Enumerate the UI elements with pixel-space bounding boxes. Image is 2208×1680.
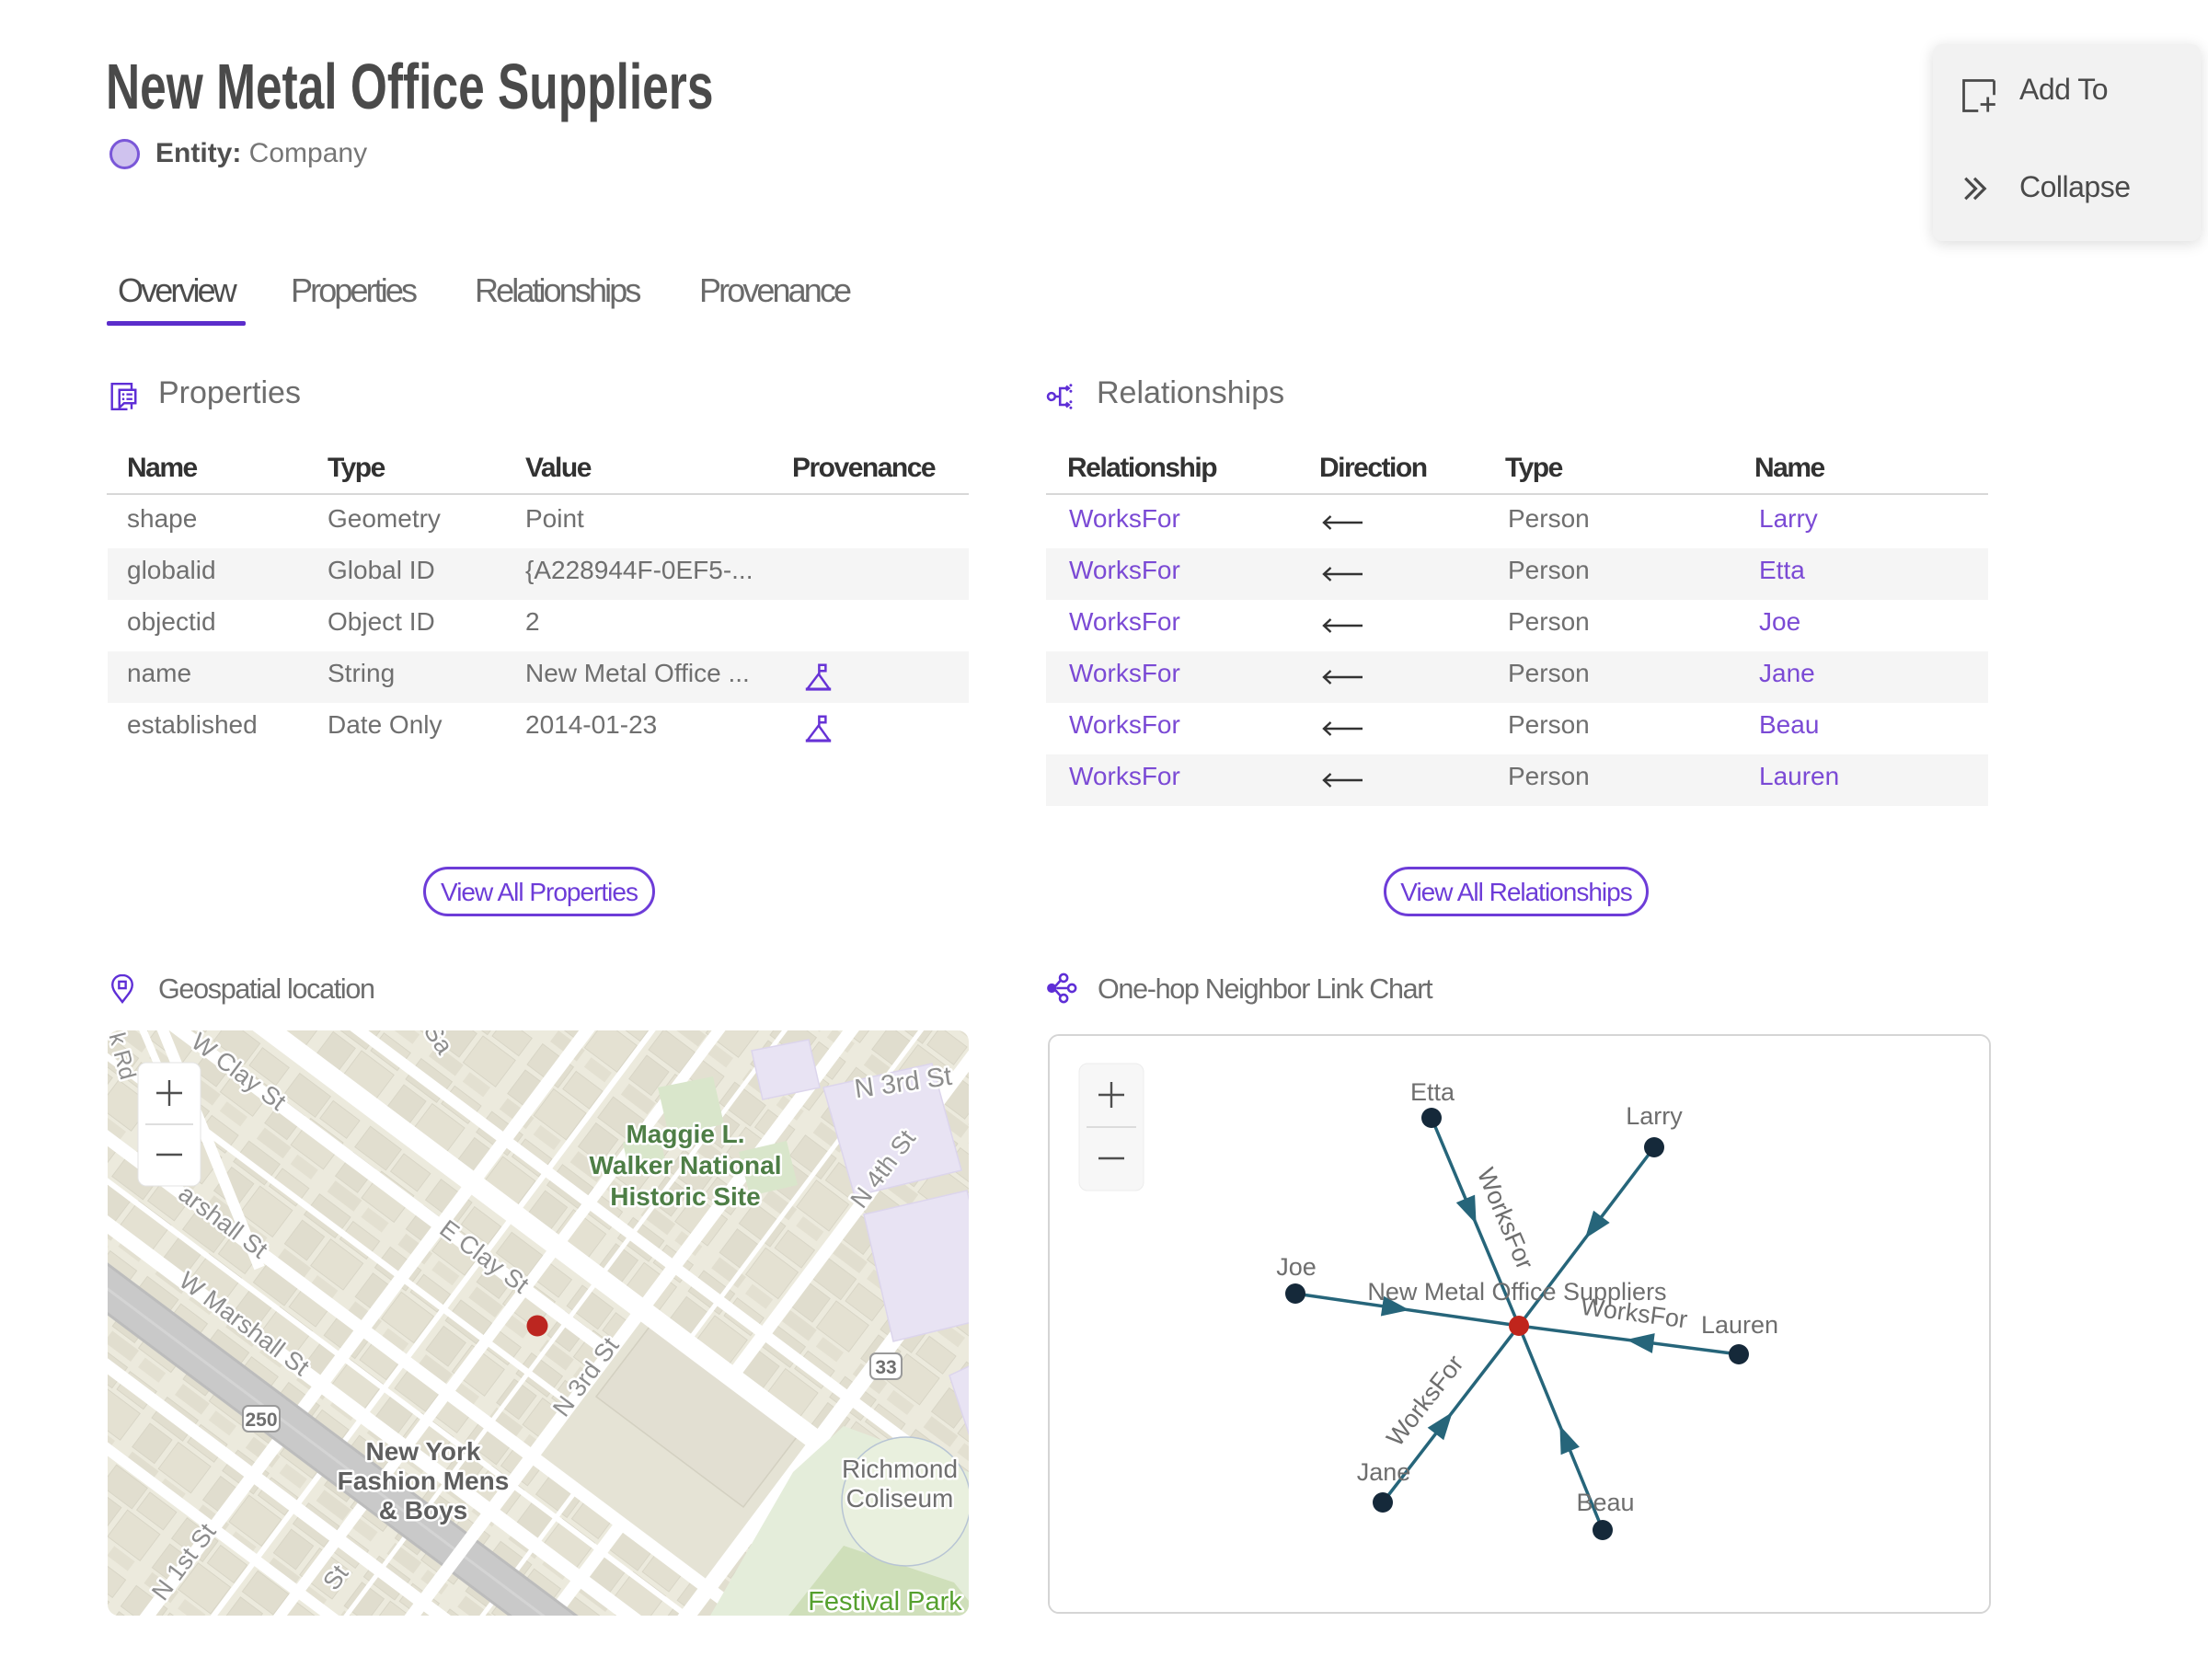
svg-text:Richmond: Richmond — [842, 1455, 958, 1483]
svg-text:Coliseum: Coliseum — [846, 1484, 954, 1513]
svg-text:& Boys: & Boys — [379, 1496, 467, 1525]
svg-text:Lauren: Lauren — [1701, 1311, 1778, 1339]
svg-text:Jane: Jane — [1357, 1458, 1411, 1486]
svg-text:Beau: Beau — [1576, 1489, 1634, 1516]
svg-text:Maggie L.: Maggie L. — [626, 1120, 744, 1148]
svg-text:Etta: Etta — [1410, 1078, 1455, 1106]
svg-text:Larry: Larry — [1626, 1102, 1683, 1130]
svg-text:Joe: Joe — [1276, 1253, 1317, 1281]
svg-text:250: 250 — [245, 1410, 277, 1431]
svg-text:Historic Site: Historic Site — [610, 1182, 760, 1211]
svg-text:Walker National: Walker National — [589, 1151, 781, 1179]
svg-text:New York: New York — [365, 1437, 480, 1466]
svg-text:33: 33 — [875, 1357, 896, 1378]
svg-text:Fashion Mens: Fashion Mens — [338, 1467, 510, 1495]
svg-text:Festival Park: Festival Park — [808, 1587, 962, 1616]
